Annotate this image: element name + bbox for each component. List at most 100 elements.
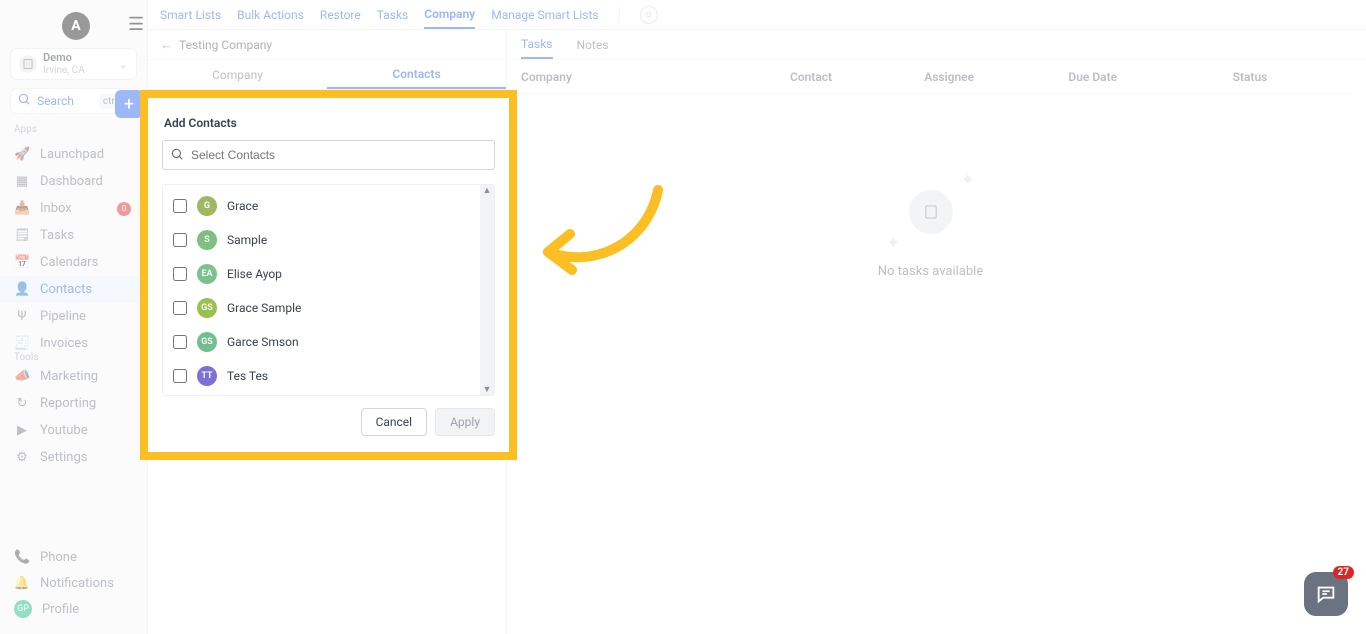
add-button[interactable]: +: [115, 90, 143, 118]
apply-button[interactable]: Apply: [435, 408, 495, 436]
contact-row[interactable]: TT Tes Tes: [163, 359, 494, 393]
search-icon: [17, 92, 31, 110]
nav-youtube[interactable]: ▶Youtube: [0, 417, 147, 444]
nav-label: Calendars: [40, 255, 98, 270]
contact-row[interactable]: GS Garce Smson: [163, 325, 494, 359]
nav-contacts[interactable]: 👤Contacts: [0, 276, 147, 303]
contact-checkbox[interactable]: [173, 199, 187, 213]
tasks-columns: Company Contact Assignee Due Date Status: [507, 60, 1354, 94]
nav-dashboard[interactable]: ▦ Dashboard: [0, 168, 147, 195]
contact-avatar: GS: [197, 332, 217, 352]
col-duedate: Due Date: [1068, 70, 1202, 84]
contact-name: Tes Tes: [227, 369, 268, 383]
nav-label: Contacts: [40, 282, 92, 297]
toptab-tasks[interactable]: Tasks: [377, 2, 409, 28]
pipeline-icon: Ψ: [14, 309, 30, 324]
nav-launchpad[interactable]: 🚀Launchpad: [0, 141, 147, 168]
help-icon[interactable]: ☼: [640, 6, 658, 24]
contact-checkbox[interactable]: [173, 267, 187, 281]
contact-row[interactable]: EA Elise Ayop: [163, 257, 494, 291]
contact-checkbox[interactable]: [173, 335, 187, 349]
nav-calendars[interactable]: 📅 Calendars: [0, 249, 147, 276]
toptab-manage[interactable]: Manage Smart Lists: [491, 2, 598, 28]
chat-badge: 27: [1333, 566, 1354, 579]
inbox-badge: 0: [117, 202, 131, 216]
empty-icon: ✦ ✦: [909, 190, 953, 234]
contact-checkbox[interactable]: [173, 233, 187, 247]
back-button[interactable]: ←: [160, 37, 173, 53]
youtube-icon: ▶: [14, 423, 30, 438]
nav-tasks[interactable]: 🗒Tasks: [0, 222, 147, 249]
scroll-up-icon[interactable]: ▲: [480, 185, 494, 196]
nav-inbox[interactable]: 📥 Inbox 0: [0, 195, 147, 222]
contacts-list: ▲ ▼ GGraceSSample EA Elise Ayop GSGrace Sam…: [162, 184, 495, 396]
col-assignee: Assignee: [924, 70, 1058, 84]
section-apps: Apps: [0, 124, 147, 135]
nav-label: Marketing: [40, 369, 98, 384]
nav-marketing[interactable]: 📣 Marketing: [0, 363, 147, 390]
toptab-bulk-actions[interactable]: Bulk Actions: [237, 2, 304, 28]
nav-label: Settings: [40, 450, 87, 465]
account-switcher[interactable]: Demo Irvine, CA ⌄: [10, 48, 137, 80]
rtab-notes[interactable]: Notes: [577, 32, 609, 58]
contact-avatar: S: [197, 230, 217, 250]
inbox-icon: 📥: [14, 201, 30, 216]
nav-reporting[interactable]: ↻Reporting: [0, 390, 147, 417]
nav-label: Invoices: [40, 336, 88, 351]
hamburger-icon[interactable]: ☰: [128, 14, 144, 35]
gear-icon: ⚙: [14, 450, 30, 465]
nav-label: Inbox: [40, 201, 72, 216]
empty-state: ✦ ✦ No tasks available: [507, 94, 1354, 374]
contact-avatar: EA: [197, 264, 217, 284]
dashboard-icon: ▦: [14, 174, 30, 189]
contact-row[interactable]: GSGrace Sample: [163, 291, 494, 325]
nav-profile[interactable]: GPProfile: [0, 596, 147, 622]
chevron-down-icon: ⌄: [119, 58, 128, 71]
nav-pipeline[interactable]: Ψ Pipeline: [0, 303, 147, 330]
building-icon: [19, 55, 37, 73]
contact-checkbox[interactable]: [173, 369, 187, 383]
company-subtabs: Company Contacts: [148, 60, 506, 90]
nav-label: Profile: [42, 602, 79, 617]
nav-settings[interactable]: ⚙ Settings: [0, 444, 147, 471]
scroll-down-icon[interactable]: ▼: [480, 384, 494, 395]
nav-phone[interactable]: 📞Phone: [0, 544, 147, 570]
col-contact: Contact: [790, 70, 924, 84]
nav-label: Reporting: [40, 396, 96, 411]
sparkle-icon: ✦: [961, 170, 974, 189]
search-label: Search: [37, 94, 93, 108]
calendar-icon: 📅: [14, 255, 30, 270]
toptab-company[interactable]: Company: [424, 1, 475, 29]
toptab-restore[interactable]: Restore: [320, 2, 361, 28]
tasks-icon: 🗒: [14, 228, 30, 243]
contact-row[interactable]: GGrace: [163, 189, 494, 223]
contacts-search-input[interactable]: [162, 140, 495, 170]
right-panel: Tasks Notes Company Contact Assignee Due…: [506, 30, 1354, 634]
breadcrumb-title: Testing Company: [179, 38, 272, 52]
contact-row[interactable]: SSample: [163, 223, 494, 257]
chat-fab[interactable]: 27: [1304, 572, 1348, 616]
contact-checkbox[interactable]: [173, 301, 187, 315]
contact-name: Garce Smson: [227, 335, 299, 349]
empty-text: No tasks available: [878, 264, 983, 279]
org-avatar[interactable]: A: [62, 12, 90, 40]
section-tools: Tools: [0, 352, 147, 363]
toptab-smart-lists[interactable]: Smart Lists: [160, 2, 221, 28]
contact-avatar: GS: [197, 298, 217, 318]
right-tabs: Tasks Notes: [507, 30, 1354, 60]
subtab-company[interactable]: Company: [148, 60, 327, 89]
col-company: Company: [521, 70, 700, 84]
scrollbar[interactable]: ▲ ▼: [480, 185, 494, 395]
nav-label: Dashboard: [40, 174, 103, 189]
contact-avatar: TT: [197, 366, 217, 386]
nav-label: Pipeline: [40, 309, 86, 324]
search-icon: [170, 147, 184, 165]
contact-name: Elise Ayop: [227, 267, 282, 281]
subtab-contacts[interactable]: Contacts: [327, 60, 506, 89]
nav-notifications[interactable]: 🔔Notifications: [0, 570, 147, 596]
invoice-icon: 🧾: [14, 336, 30, 351]
cancel-button[interactable]: Cancel: [361, 408, 428, 436]
rtab-tasks[interactable]: Tasks: [521, 31, 553, 59]
megaphone-icon: 📣: [14, 369, 30, 384]
top-tabs: Smart Lists Bulk Actions Restore Tasks C…: [148, 0, 1366, 30]
